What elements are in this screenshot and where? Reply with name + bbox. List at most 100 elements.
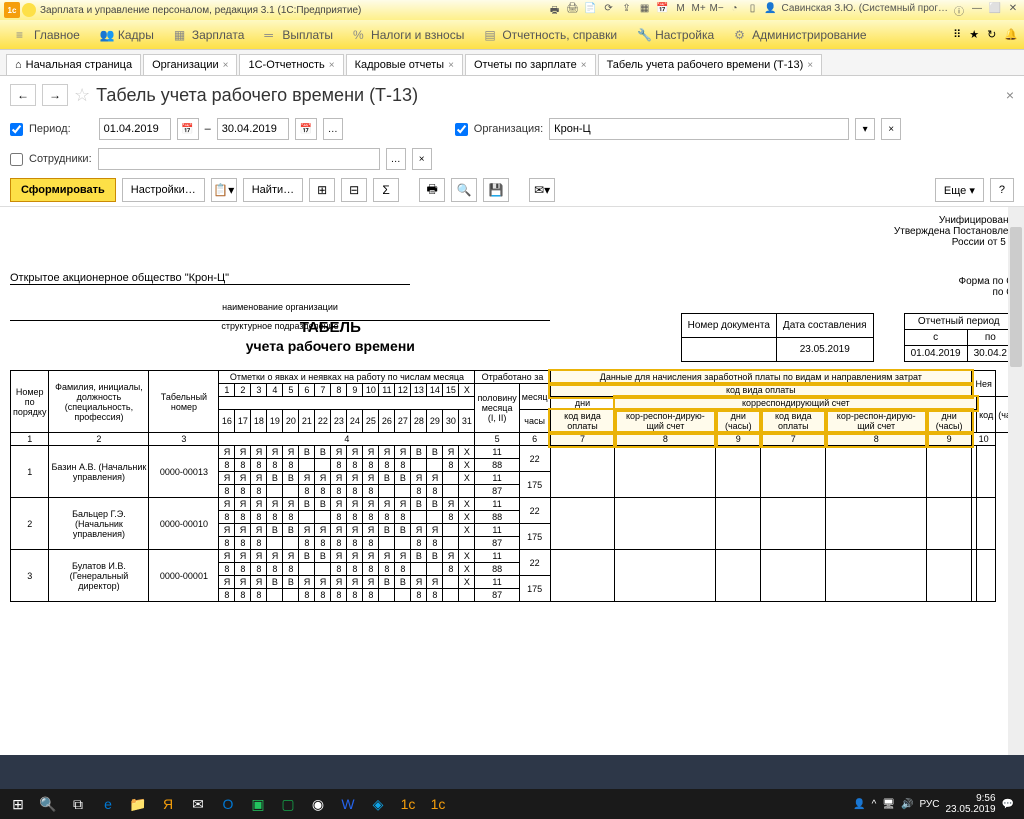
close-icon[interactable]: ×	[223, 60, 229, 71]
print-button-icon[interactable]: 🖶	[419, 178, 445, 202]
close-icon[interactable]: ✕	[1006, 3, 1020, 17]
explorer-icon[interactable]: 📁	[124, 791, 152, 817]
tab-start[interactable]: ⌂Начальная страница	[6, 54, 141, 75]
tray-vol-icon[interactable]: 🔊	[901, 799, 913, 810]
history-icon[interactable]: ↻	[987, 28, 996, 41]
help-button[interactable]: ?	[990, 178, 1014, 202]
chrome-icon[interactable]: ◉	[304, 791, 332, 817]
search-icon[interactable]: 🔍	[34, 791, 62, 817]
mail-dropdown-icon[interactable]: ✉▾	[529, 178, 555, 202]
tree-icon[interactable]: ⊞	[309, 178, 335, 202]
tab-tabel[interactable]: Табель учета рабочего времени (Т-13)×	[598, 54, 823, 75]
org-checkbox[interactable]	[455, 123, 468, 136]
menu-nastroika[interactable]: 🔧Настройка	[627, 28, 724, 42]
start-icon[interactable]: ⊞	[4, 791, 32, 817]
doc-icon[interactable]: 📄	[584, 3, 598, 17]
tabs-bar: ⌂Начальная страница Организации× 1С-Отче…	[0, 50, 1024, 76]
period-checkbox[interactable]	[10, 123, 23, 136]
app2-icon[interactable]: ▢	[274, 791, 302, 817]
dropdown-icon[interactable]	[22, 3, 36, 17]
tray-up-icon[interactable]: ^	[872, 799, 877, 810]
close-icon[interactable]: ×	[807, 60, 813, 71]
bell-icon[interactable]: 🔔	[1004, 28, 1018, 41]
date-from-input[interactable]	[99, 118, 171, 140]
apps-icon[interactable]: ⠿	[953, 28, 961, 41]
org-dropdown-button[interactable]: ▾	[855, 118, 875, 140]
help-icon[interactable]: ◔	[728, 3, 742, 17]
book-icon[interactable]: ▯	[746, 3, 760, 17]
star-icon[interactable]: ★	[969, 28, 979, 41]
period-more-button[interactable]: …	[323, 118, 343, 140]
scrollbar-thumb[interactable]	[1010, 227, 1022, 367]
print-icon[interactable]: 🖶	[548, 3, 562, 17]
expand-icon[interactable]: ⊟	[341, 178, 367, 202]
app-icon[interactable]: ▣	[244, 791, 272, 817]
1c-icon[interactable]: 1c	[394, 791, 422, 817]
more-button[interactable]: Еще ▾	[935, 178, 984, 202]
menu-vyplaty[interactable]: ═Выплаты	[254, 28, 343, 42]
menu-main[interactable]: ≡Главное	[6, 28, 90, 42]
tab-kadr[interactable]: Кадровые отчеты×	[346, 54, 463, 75]
close-icon[interactable]: ×	[581, 60, 587, 71]
refresh-icon[interactable]: ⟳	[602, 3, 616, 17]
form-header: Унифицированн Утверждена Постановлен Рос…	[894, 211, 1014, 252]
menu-kadry[interactable]: 👥Кадры	[90, 28, 164, 42]
1c2-icon[interactable]: 1c	[424, 791, 452, 817]
minimize-icon[interactable]: —	[970, 3, 984, 17]
export-icon[interactable]: ⇪	[620, 3, 634, 17]
notifications-icon[interactable]: 💬	[1002, 799, 1014, 810]
settings-button[interactable]: Настройки…	[122, 178, 205, 202]
calendar-icon[interactable]: 📅	[656, 3, 670, 17]
menu-nalogi[interactable]: %Налоги и взносы	[343, 28, 474, 42]
menu-otchet[interactable]: ▤Отчетность, справки	[474, 28, 627, 42]
maximize-icon[interactable]: ⬜	[988, 3, 1002, 17]
emp-more-button[interactable]: …	[386, 148, 406, 170]
task-view-icon[interactable]: ⧉	[64, 791, 92, 817]
favorite-icon[interactable]: ☆	[74, 85, 90, 106]
forward-button[interactable]: →	[42, 84, 68, 106]
tray-monitor-icon[interactable]: 🖥	[882, 799, 895, 810]
people-icon[interactable]: 👤	[853, 799, 865, 810]
calc-icon[interactable]: ▦	[638, 3, 652, 17]
menu-admin[interactable]: ⚙Администрирование	[724, 28, 876, 42]
tab-1c[interactable]: 1С-Отчетность×	[239, 54, 343, 75]
preview-icon[interactable]: 🔍	[451, 178, 477, 202]
calendar-to-icon[interactable]: 📅	[295, 118, 317, 140]
menu-zarplata[interactable]: ▦Зарплата	[164, 28, 255, 42]
find-button[interactable]: Найти…	[243, 178, 303, 202]
info-icon[interactable]: ⓘ	[952, 3, 966, 17]
yandex-icon[interactable]: Я	[154, 791, 182, 817]
close-icon[interactable]: ×	[329, 60, 335, 71]
tab-zp[interactable]: Отчеты по зарплате×	[465, 54, 596, 75]
date-to-input[interactable]	[217, 118, 289, 140]
form-button[interactable]: Сформировать	[10, 178, 116, 202]
page-close-icon[interactable]: ×	[1006, 87, 1014, 103]
edge-icon[interactable]: e	[94, 791, 122, 817]
user-icon[interactable]: 👤	[764, 3, 778, 17]
vertical-scrollbar[interactable]	[1008, 207, 1024, 755]
emp-clear-button[interactable]: ×	[412, 148, 432, 170]
m-plus-icon[interactable]: M+	[692, 3, 706, 17]
tab-org[interactable]: Организации×	[143, 54, 237, 75]
period-row: Период: 📅 – 📅 … Организация: ▾ ×	[0, 114, 1024, 144]
emp-checkbox[interactable]	[10, 153, 23, 166]
org-clear-button[interactable]: ×	[881, 118, 901, 140]
m-minus-icon[interactable]: M−	[710, 3, 724, 17]
outlook-icon[interactable]: O	[214, 791, 242, 817]
printer-icon[interactable]: 🖨	[566, 3, 580, 17]
teamviewer-icon[interactable]: ◈	[364, 791, 392, 817]
tray-lang[interactable]: РУС	[919, 799, 939, 810]
emp-input[interactable]	[98, 148, 380, 170]
close-icon[interactable]: ×	[448, 60, 454, 71]
clock[interactable]: 9:56 23.05.2019	[945, 793, 995, 815]
back-button[interactable]: ←	[10, 84, 36, 106]
sigma-icon[interactable]: Σ	[373, 178, 399, 202]
calendar-from-icon[interactable]: 📅	[177, 118, 199, 140]
copy-dropdown-icon[interactable]: 📋▾	[211, 178, 237, 202]
doc-info-table: Номер документаДата составления 23.05.20…	[681, 313, 874, 362]
save-icon[interactable]: 💾	[483, 178, 509, 202]
m-icon[interactable]: M	[674, 3, 688, 17]
org-input[interactable]	[549, 118, 849, 140]
word-icon[interactable]: W	[334, 791, 362, 817]
mail-icon[interactable]: ✉	[184, 791, 212, 817]
